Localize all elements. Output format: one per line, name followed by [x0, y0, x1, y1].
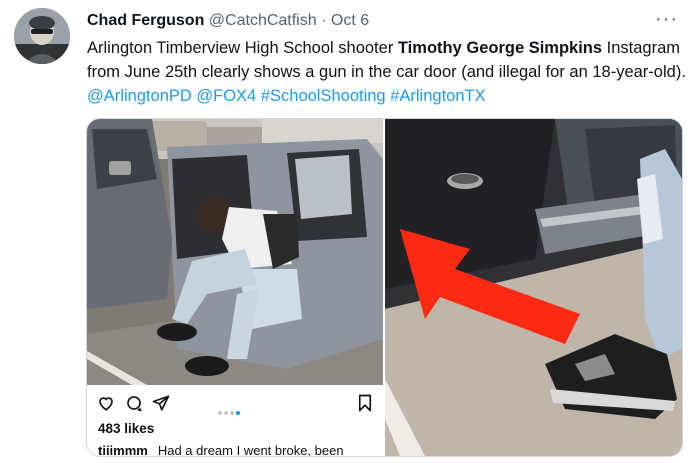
- heart-icon[interactable]: [97, 394, 115, 412]
- more-options-icon[interactable]: ···: [655, 8, 678, 31]
- bookmark-icon[interactable]: [357, 394, 373, 412]
- zoomed-car-door-photo[interactable]: [385, 119, 682, 456]
- mention-fox4[interactable]: @FOX4: [196, 87, 256, 105]
- hashtag-schoolshooting[interactable]: #SchoolShooting: [261, 87, 386, 105]
- author-avatar[interactable]: [14, 8, 70, 64]
- instagram-post-screenshot[interactable]: 483 likes tiiimmm Had a dream I went brok…: [87, 119, 383, 456]
- comment-icon[interactable]: [125, 394, 143, 412]
- carousel-dot-active: [236, 411, 240, 415]
- carousel-indicator: [218, 402, 242, 420]
- likes-count: 483 likes: [98, 421, 155, 436]
- caption-text: Had a dream I went broke, been: [157, 443, 344, 457]
- hashtag-arlingtontx[interactable]: #ArlingtonTX: [390, 87, 485, 105]
- tweet-text: Arlington Timberview High School shooter…: [87, 36, 687, 108]
- carousel-dot: [224, 411, 228, 415]
- instagram-photo: [87, 119, 383, 385]
- author-name[interactable]: Chad Ferguson: [87, 12, 204, 29]
- tweet-text-part-1: Arlington Timberview High School shooter: [87, 39, 398, 57]
- tweet-media[interactable]: 483 likes tiiimmm Had a dream I went brok…: [86, 118, 683, 457]
- carousel-dot: [230, 411, 234, 415]
- tweet-date[interactable]: Oct 6: [331, 12, 369, 29]
- author-handle[interactable]: @CatchCatfish: [209, 12, 317, 29]
- caption-username: tiiimmm: [98, 443, 148, 457]
- carousel-dot: [218, 411, 222, 415]
- tweet-header: Chad Ferguson @CatchCatfish · Oct 6: [87, 10, 369, 32]
- header-separator: ·: [321, 12, 327, 29]
- instagram-caption: tiiimmm Had a dream I went broke, been: [98, 443, 344, 457]
- send-icon[interactable]: [152, 394, 170, 412]
- tweet-text-bold: Timothy George Simpkins: [397, 39, 603, 57]
- mention-arlingtonpd[interactable]: @ArlingtonPD: [87, 87, 192, 105]
